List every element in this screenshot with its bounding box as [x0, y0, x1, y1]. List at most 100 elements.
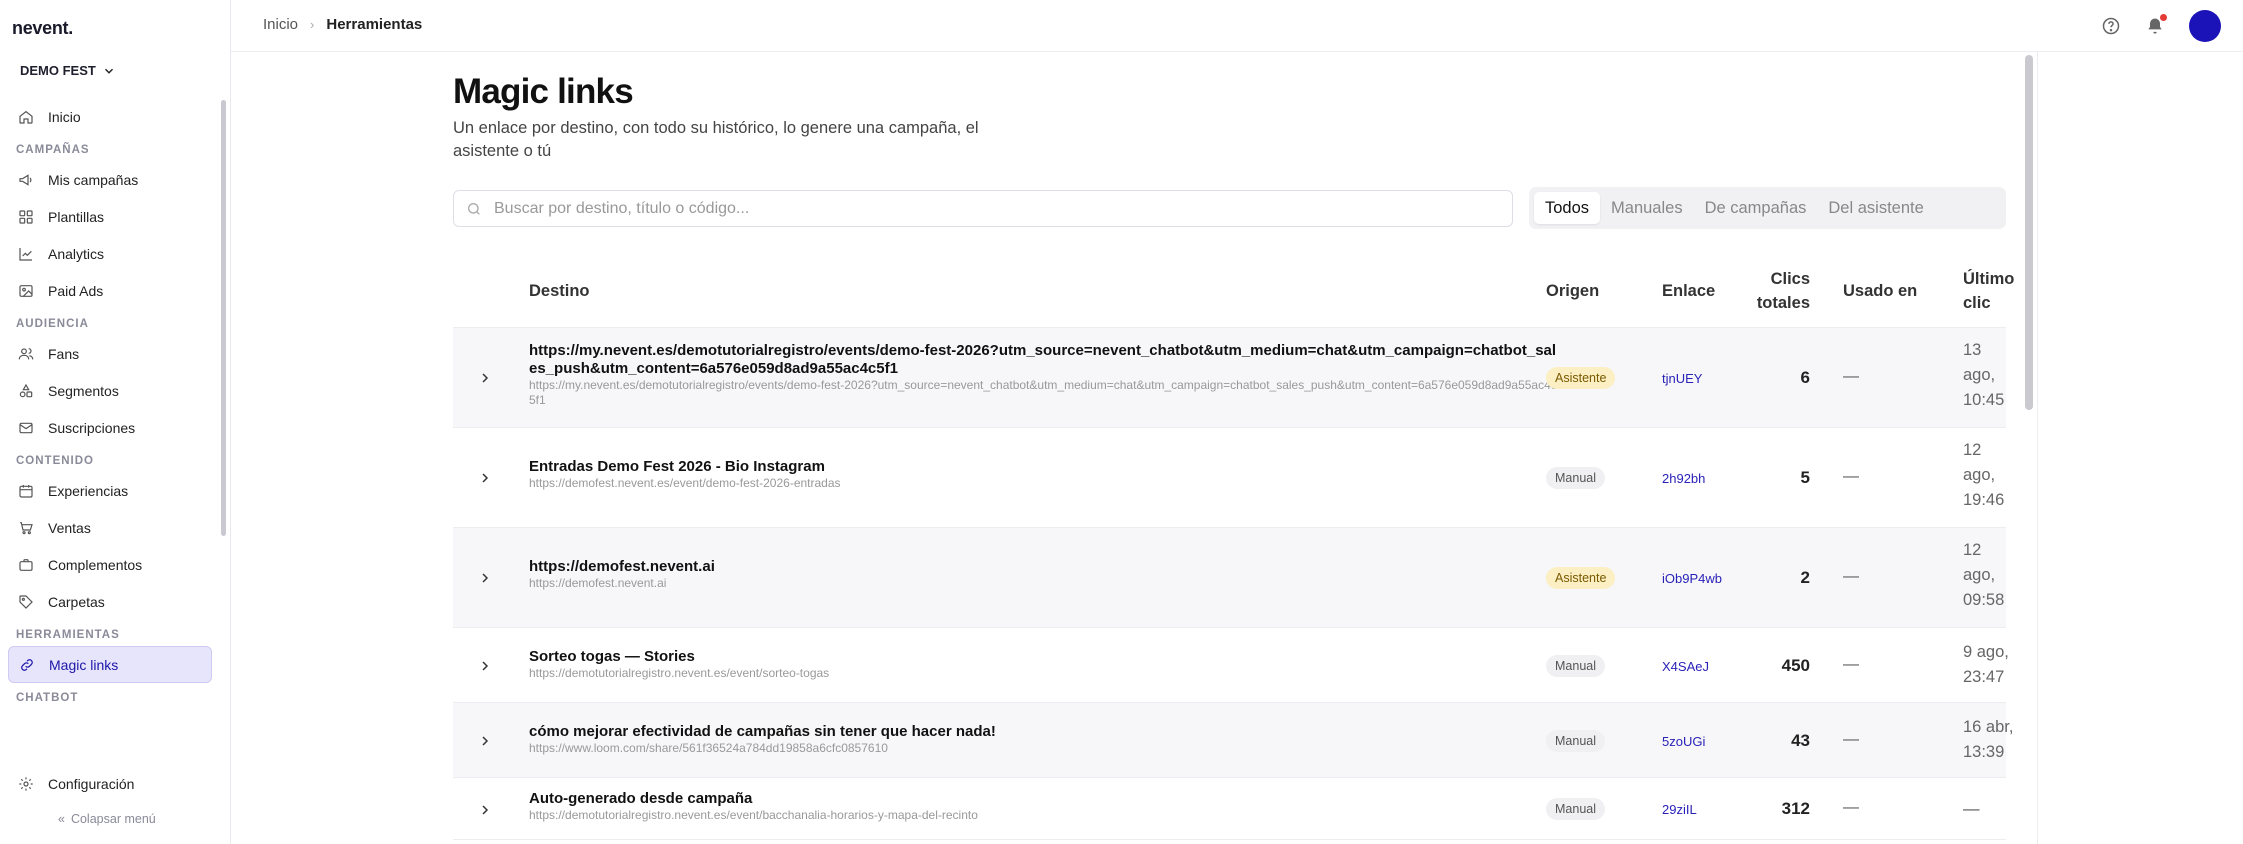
table-row[interactable]: cómo mejorar efectividad de campañas sin…: [453, 703, 2013, 778]
destination-title[interactable]: Sorteo togas — Stories: [529, 648, 1559, 666]
filter-tab-campaigns[interactable]: De campañas: [1694, 192, 1818, 224]
cart-icon: [18, 520, 34, 536]
page-title: Magic links: [453, 72, 634, 111]
origin-badge: Asistente: [1546, 367, 1616, 389]
sidebar-item-segments[interactable]: Segmentos: [8, 372, 212, 409]
sidebar-item-magic-links[interactable]: Magic links: [8, 646, 212, 683]
sidebar-item-analytics[interactable]: Analytics: [8, 235, 212, 272]
sidebar-item-label: Segmentos: [48, 382, 119, 399]
destination-title[interactable]: https://demofest.nevent.ai: [529, 558, 1559, 576]
sidebar: nevent. DEMO FEST Inicio CAMPAÑAS Mis ca…: [0, 0, 231, 844]
origin-badge: Manual: [1546, 655, 1605, 677]
sidebar-item-experiences[interactable]: Experiencias: [8, 472, 212, 509]
sidebar-item-label: Analytics: [48, 245, 105, 262]
origin-badge: Manual: [1546, 798, 1605, 820]
table-row[interactable]: https://my.nevent.es/demotutorialregistr…: [453, 328, 2006, 428]
destination-url: https://demofest.nevent.es/event/demo-fe…: [529, 476, 841, 490]
notification-dot: [2160, 14, 2167, 21]
destination-title[interactable]: https://my.nevent.es/demotutorialregistr…: [529, 342, 1559, 378]
destination-url: https://demotutorialregistro.nevent.es/e…: [529, 666, 830, 680]
sidebar-item-templates[interactable]: Plantillas: [8, 198, 212, 235]
short-code-link[interactable]: 2h92bh: [1662, 471, 1705, 486]
short-code-link[interactable]: 29ziIL: [1662, 802, 1697, 817]
col-link[interactable]: Enlace: [1662, 282, 1715, 301]
avatar[interactable]: [2189, 10, 2221, 42]
short-code-link[interactable]: X4SAeJ: [1662, 659, 1709, 674]
section-campaigns: CAMPAÑAS: [16, 144, 90, 156]
org-name: DEMO FEST: [20, 63, 96, 78]
sidebar-item-sales[interactable]: Ventas: [8, 509, 212, 546]
sidebar-item-label: Ventas: [48, 519, 91, 536]
clicks-count: 2: [1800, 568, 1810, 587]
app-logo[interactable]: nevent.: [12, 18, 73, 39]
table-row[interactable]: Auto-generado desde campaña https://demot…: [453, 778, 2006, 840]
chevron-down-icon: [104, 68, 113, 74]
collapse-menu-button[interactable]: « Colapsar menú: [58, 812, 156, 826]
destination-title[interactable]: Auto-generado desde campaña: [529, 790, 1559, 808]
chevron-right-icon[interactable]: [477, 733, 493, 749]
last-click-value: 16 abr, 13:39: [1963, 718, 2014, 761]
settings-link[interactable]: Configuración: [18, 776, 134, 792]
image-icon: [18, 283, 34, 299]
col-destination[interactable]: Destino: [529, 282, 590, 301]
last-click-value: 13 ago, 10:45: [1963, 341, 2005, 409]
col-last-click[interactable]: Último clic: [1963, 267, 2023, 315]
help-icon[interactable]: [2101, 16, 2121, 36]
sidebar-item-home[interactable]: Inicio: [8, 98, 212, 135]
table-row[interactable]: Sorteo togas — Stories https://demotutori…: [453, 628, 2009, 703]
sidebar-scrollbar[interactable]: [221, 100, 226, 536]
section-audience: AUDIENCIA: [16, 318, 89, 330]
chevron-right-icon[interactable]: [477, 570, 493, 586]
chart-line-icon: [18, 246, 34, 262]
destination-cell: Auto-generado desde campaña https://demot…: [529, 790, 1559, 823]
sidebar-item-my-campaigns[interactable]: Mis campañas: [8, 161, 212, 198]
filter-tab-manual[interactable]: Manuales: [1600, 192, 1694, 224]
sidebar-item-subscriptions[interactable]: Suscripciones: [8, 409, 212, 446]
last-click-value: 12 ago, 19:46: [1963, 441, 2005, 509]
link-icon: [19, 657, 35, 673]
used-in-value: —: [1843, 468, 1859, 485]
breadcrumb-home[interactable]: Inicio: [263, 16, 298, 33]
col-clicks[interactable]: Clics totales: [1743, 267, 1810, 315]
sidebar-item-addons[interactable]: Complementos: [8, 546, 212, 583]
filter-tab-assistant[interactable]: Del asistente: [1817, 192, 1934, 224]
section-chatbot: CHATBOT: [16, 692, 79, 704]
destination-cell: Sorteo togas — Stories https://demotutori…: [529, 648, 1559, 681]
short-code-link[interactable]: tjnUEY: [1662, 371, 1702, 386]
origin-badge: Manual: [1546, 730, 1605, 752]
short-code-link[interactable]: iOb9P4wb: [1662, 571, 1722, 586]
destination-title[interactable]: Entradas Demo Fest 2026 - Bio Instagram: [529, 458, 1559, 476]
search-box: [453, 190, 1513, 227]
chevron-right-icon[interactable]: [477, 802, 493, 818]
table-row[interactable]: Entradas Demo Fest 2026 - Bio Instagram h…: [453, 428, 2006, 528]
sidebar-item-paid-ads[interactable]: Paid Ads: [8, 272, 212, 309]
home-icon: [18, 109, 34, 125]
page-subtitle: Un enlace por destino, con todo su histó…: [453, 119, 979, 160]
used-in-value: —: [1843, 731, 1859, 748]
destination-url: https://my.nevent.es/demotutorialregistr…: [529, 378, 1557, 407]
users-icon: [18, 346, 34, 362]
sidebar-item-fans[interactable]: Fans: [8, 335, 212, 372]
destination-cell: https://my.nevent.es/demotutorialregistr…: [529, 342, 1559, 408]
col-used-in[interactable]: Usado en: [1843, 282, 1917, 301]
used-in-value: —: [1843, 368, 1859, 385]
destination-cell: https://demofest.nevent.ai https://demofe…: [529, 558, 1559, 591]
search-input[interactable]: [494, 199, 1474, 218]
chevron-right-icon[interactable]: [477, 470, 493, 486]
filter-tab-all[interactable]: Todos: [1534, 192, 1601, 224]
used-in-value: —: [1843, 799, 1859, 816]
org-switcher[interactable]: DEMO FEST: [20, 63, 116, 78]
sidebar-item-folders[interactable]: Carpetas: [8, 583, 212, 620]
chevron-right-icon[interactable]: [477, 658, 493, 674]
clicks-count: 450: [1781, 656, 1810, 675]
chevron-right-icon[interactable]: [477, 370, 493, 386]
top-bar: Inicio › Herramientas: [231, 0, 2243, 52]
col-origin[interactable]: Origen: [1546, 282, 1599, 301]
bell-icon[interactable]: [2145, 14, 2167, 36]
destination-title[interactable]: cómo mejorar efectividad de campañas sin…: [529, 723, 1559, 741]
main-scrollbar[interactable]: [2025, 55, 2033, 410]
magic-links-table: Destino Origen Enlace Clics totales Usad…: [453, 257, 2014, 840]
table-row[interactable]: https://demofest.nevent.ai https://demofe…: [453, 528, 2006, 628]
table-header: Destino Origen Enlace Clics totales Usad…: [453, 257, 2014, 328]
short-code-link[interactable]: 5zoUGi: [1662, 734, 1705, 749]
